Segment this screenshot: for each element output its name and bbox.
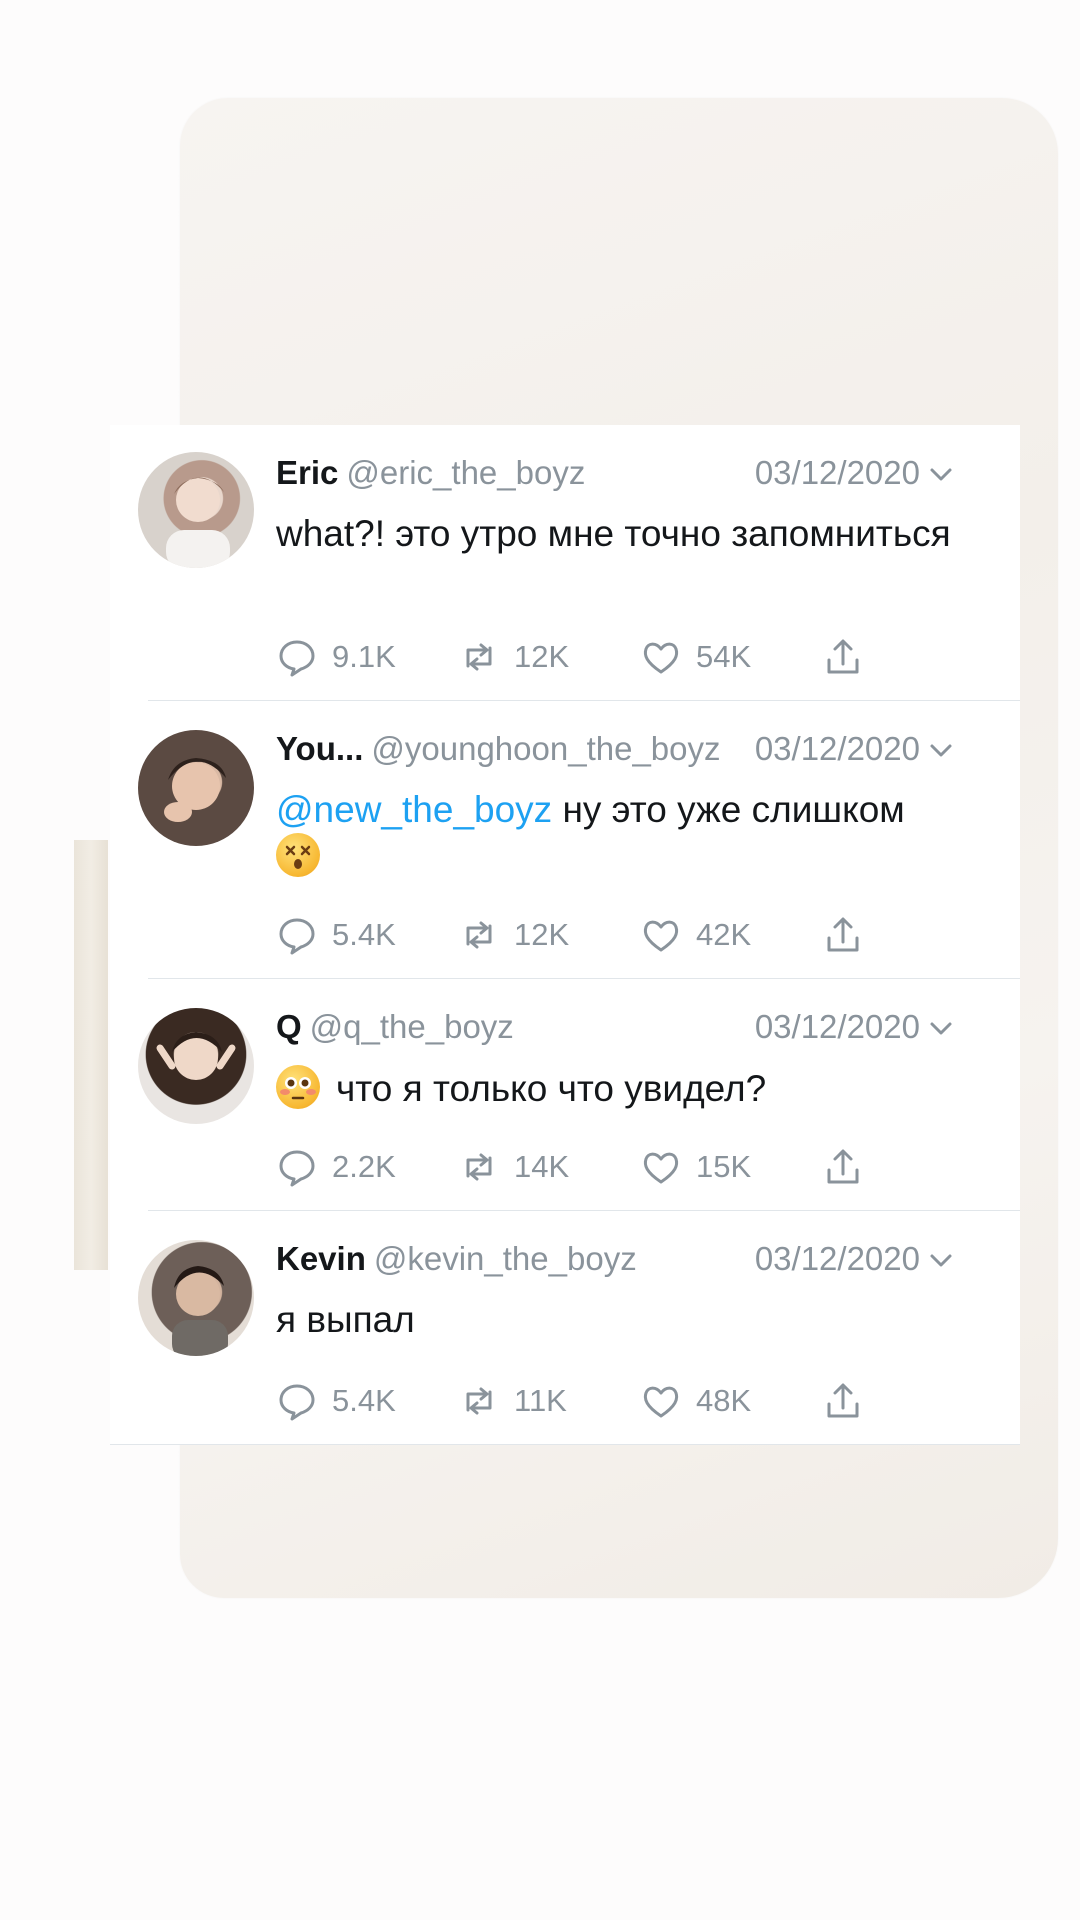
share-button[interactable] — [822, 1377, 864, 1425]
heart-icon — [643, 1152, 679, 1184]
share-icon — [827, 1383, 859, 1418]
retweet-count: 14K — [514, 1149, 570, 1184]
tweet-header: Kevin @kevin_the_boyz 03/12/2020 — [276, 1239, 990, 1279]
flushed-face-emoji — [276, 1065, 320, 1109]
like-button[interactable]: 42K — [640, 911, 751, 959]
tweet-body-text: ну это уже слишком — [552, 789, 905, 830]
mention-link[interactable]: @new_the_boyz — [276, 789, 552, 830]
reply-icon — [279, 1150, 315, 1187]
tweet-text: what?! это утро мне точно запомниться — [276, 511, 980, 557]
tweet-text: @new_the_boyz ну это уже слишком — [276, 787, 980, 880]
retweet-icon — [466, 643, 492, 671]
tweet-text: что я только что увидел? — [276, 1065, 980, 1112]
retweet-button[interactable]: 11K — [458, 1377, 567, 1425]
tweet-text: я выпал — [276, 1297, 980, 1343]
retweet-icon — [466, 1153, 492, 1181]
share-icon — [827, 639, 859, 674]
chevron-down-icon[interactable] — [926, 1013, 956, 1043]
reply-button[interactable]: 5.4K — [276, 911, 396, 959]
tweet-body-text: я выпал — [276, 1299, 415, 1340]
heart-icon — [643, 920, 679, 952]
tweet-date: 03/12/2020 — [754, 1240, 920, 1277]
tweet-eric[interactable]: Eric @eric_the_boyz 03/12/2020 what?! это… — [110, 425, 1020, 701]
share-icon — [827, 917, 859, 952]
user-handle[interactable]: @q_the_boyz — [310, 1008, 514, 1045]
display-name[interactable]: Q — [276, 1008, 302, 1045]
display-name[interactable]: Eric — [276, 454, 338, 491]
tweet-actions: 5.4K 11K 48K — [276, 1377, 996, 1425]
tweet-body-text: what?! это утро мне точно запомниться — [276, 513, 951, 554]
reply-button[interactable]: 2.2K — [276, 1143, 396, 1191]
chevron-down-icon[interactable] — [926, 1245, 956, 1275]
dizzy-face-emoji — [276, 833, 320, 877]
tweet-actions: 5.4K 12K 42K — [276, 911, 996, 959]
chevron-down-icon[interactable] — [926, 735, 956, 765]
share-button[interactable] — [822, 633, 864, 681]
share-button[interactable] — [822, 1143, 864, 1191]
avatar[interactable] — [138, 1008, 254, 1124]
avatar[interactable] — [138, 730, 254, 846]
tweet-header: Eric @eric_the_boyz 03/12/2020 — [276, 453, 990, 493]
tweet-actions: 9.1K 12K 54K — [276, 633, 996, 681]
tweet-younghoon[interactable]: You... @younghoon_the_boyz 03/12/2020 @ne… — [110, 701, 1020, 979]
user-handle[interactable]: @younghoon_the_boyz — [371, 730, 720, 767]
like-button[interactable]: 48K — [640, 1377, 751, 1425]
tweet-q[interactable]: Q @q_the_boyz 03/12/2020 что я только что… — [110, 979, 1020, 1211]
tweet-date: 03/12/2020 — [754, 730, 920, 767]
tweet-header: You... @younghoon_the_boyz 03/12/2020 — [276, 729, 990, 769]
retweet-button[interactable]: 12K — [458, 633, 569, 681]
reply-button[interactable]: 5.4K — [276, 1377, 396, 1425]
like-button[interactable]: 54K — [640, 633, 751, 681]
like-button[interactable]: 15K — [640, 1143, 751, 1191]
avatar[interactable] — [138, 452, 254, 568]
share-icon — [827, 1149, 859, 1184]
tweet-date: 03/12/2020 — [754, 1008, 920, 1045]
reply-count: 5.4K — [332, 917, 396, 952]
share-button[interactable] — [822, 911, 864, 959]
tape-strip — [74, 840, 108, 1270]
tweet-card-stack: Eric @eric_the_boyz 03/12/2020 what?! это… — [110, 425, 1020, 1445]
like-count: 42K — [696, 917, 752, 952]
display-name[interactable]: Kevin — [276, 1240, 366, 1277]
retweet-icon — [466, 1387, 492, 1415]
tweet-divider — [110, 1443, 1020, 1445]
like-count: 15K — [696, 1149, 752, 1184]
user-handle[interactable]: @kevin_the_boyz — [374, 1240, 637, 1277]
tweet-actions: 2.2K 14K 15K — [276, 1143, 996, 1191]
reply-count: 2.2K — [332, 1149, 396, 1184]
reply-count: 9.1K — [332, 639, 396, 674]
retweet-count: 11K — [514, 1383, 567, 1418]
tweet-body-text: что я только что увидел? — [336, 1068, 767, 1109]
reply-count: 5.4K — [332, 1383, 396, 1418]
reply-icon — [279, 640, 315, 677]
tweet-header: Q @q_the_boyz 03/12/2020 — [276, 1007, 990, 1047]
heart-icon — [643, 1386, 679, 1418]
tweet-kevin[interactable]: Kevin @kevin_the_boyz 03/12/2020 я выпал … — [110, 1211, 1020, 1445]
chevron-down-icon[interactable] — [926, 459, 956, 489]
retweet-count: 12K — [514, 639, 570, 674]
display-name[interactable]: You... — [276, 730, 363, 767]
retweet-count: 12K — [514, 917, 570, 952]
retweet-button[interactable]: 12K — [458, 911, 569, 959]
retweet-button[interactable]: 14K — [458, 1143, 569, 1191]
heart-icon — [643, 642, 679, 674]
retweet-icon — [466, 921, 492, 949]
user-handle[interactable]: @eric_the_boyz — [346, 454, 585, 491]
reply-icon — [279, 1384, 315, 1421]
tweet-date: 03/12/2020 — [754, 454, 920, 491]
reply-icon — [279, 918, 315, 955]
like-count: 54K — [696, 639, 752, 674]
like-count: 48K — [696, 1383, 752, 1418]
avatar[interactable] — [138, 1240, 254, 1356]
reply-button[interactable]: 9.1K — [276, 633, 396, 681]
